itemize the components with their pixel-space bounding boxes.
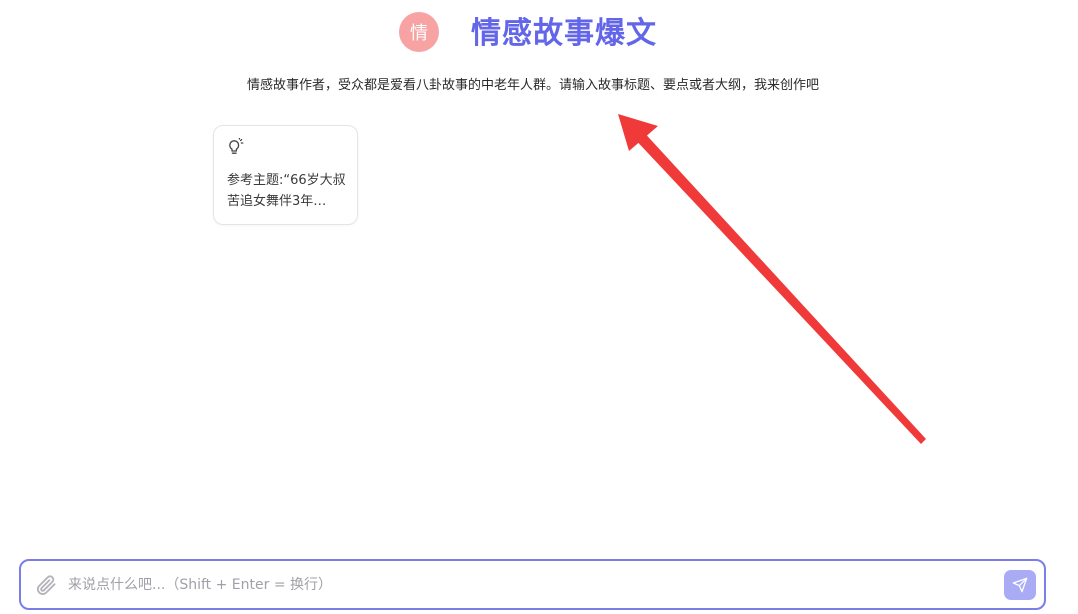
send-icon (1012, 577, 1028, 593)
arrow-shaft (632, 128, 926, 444)
message-composer (19, 559, 1046, 610)
app-title: 情感故事爆文 (471, 16, 657, 51)
suggestion-text: 参考主题:“66岁大叔苦追女舞伴3年… (227, 173, 346, 209)
header: 情 情感故事爆文 (0, 10, 1078, 58)
suggestion-card[interactable]: 参考主题:“66岁大叔苦追女舞伴3年… (213, 125, 358, 225)
paperclip-icon[interactable] (35, 574, 57, 596)
send-button[interactable] (1004, 570, 1036, 600)
bot-description: 情感故事作者，受众都是爱看八卦故事的中老年人群。请输入故事标题、要点或者大纲，我… (246, 78, 819, 93)
bot-avatar: 情 (399, 12, 439, 52)
message-input[interactable] (68, 569, 988, 601)
arrow-head (618, 114, 658, 151)
lightbulb-icon (229, 138, 244, 154)
chat-app: 情 情感故事爆文 情感故事作者，受众都是爱看八卦故事的中老年人群。请输入故事标题… (0, 0, 1078, 614)
avatar-glyph: 情 (410, 23, 428, 44)
